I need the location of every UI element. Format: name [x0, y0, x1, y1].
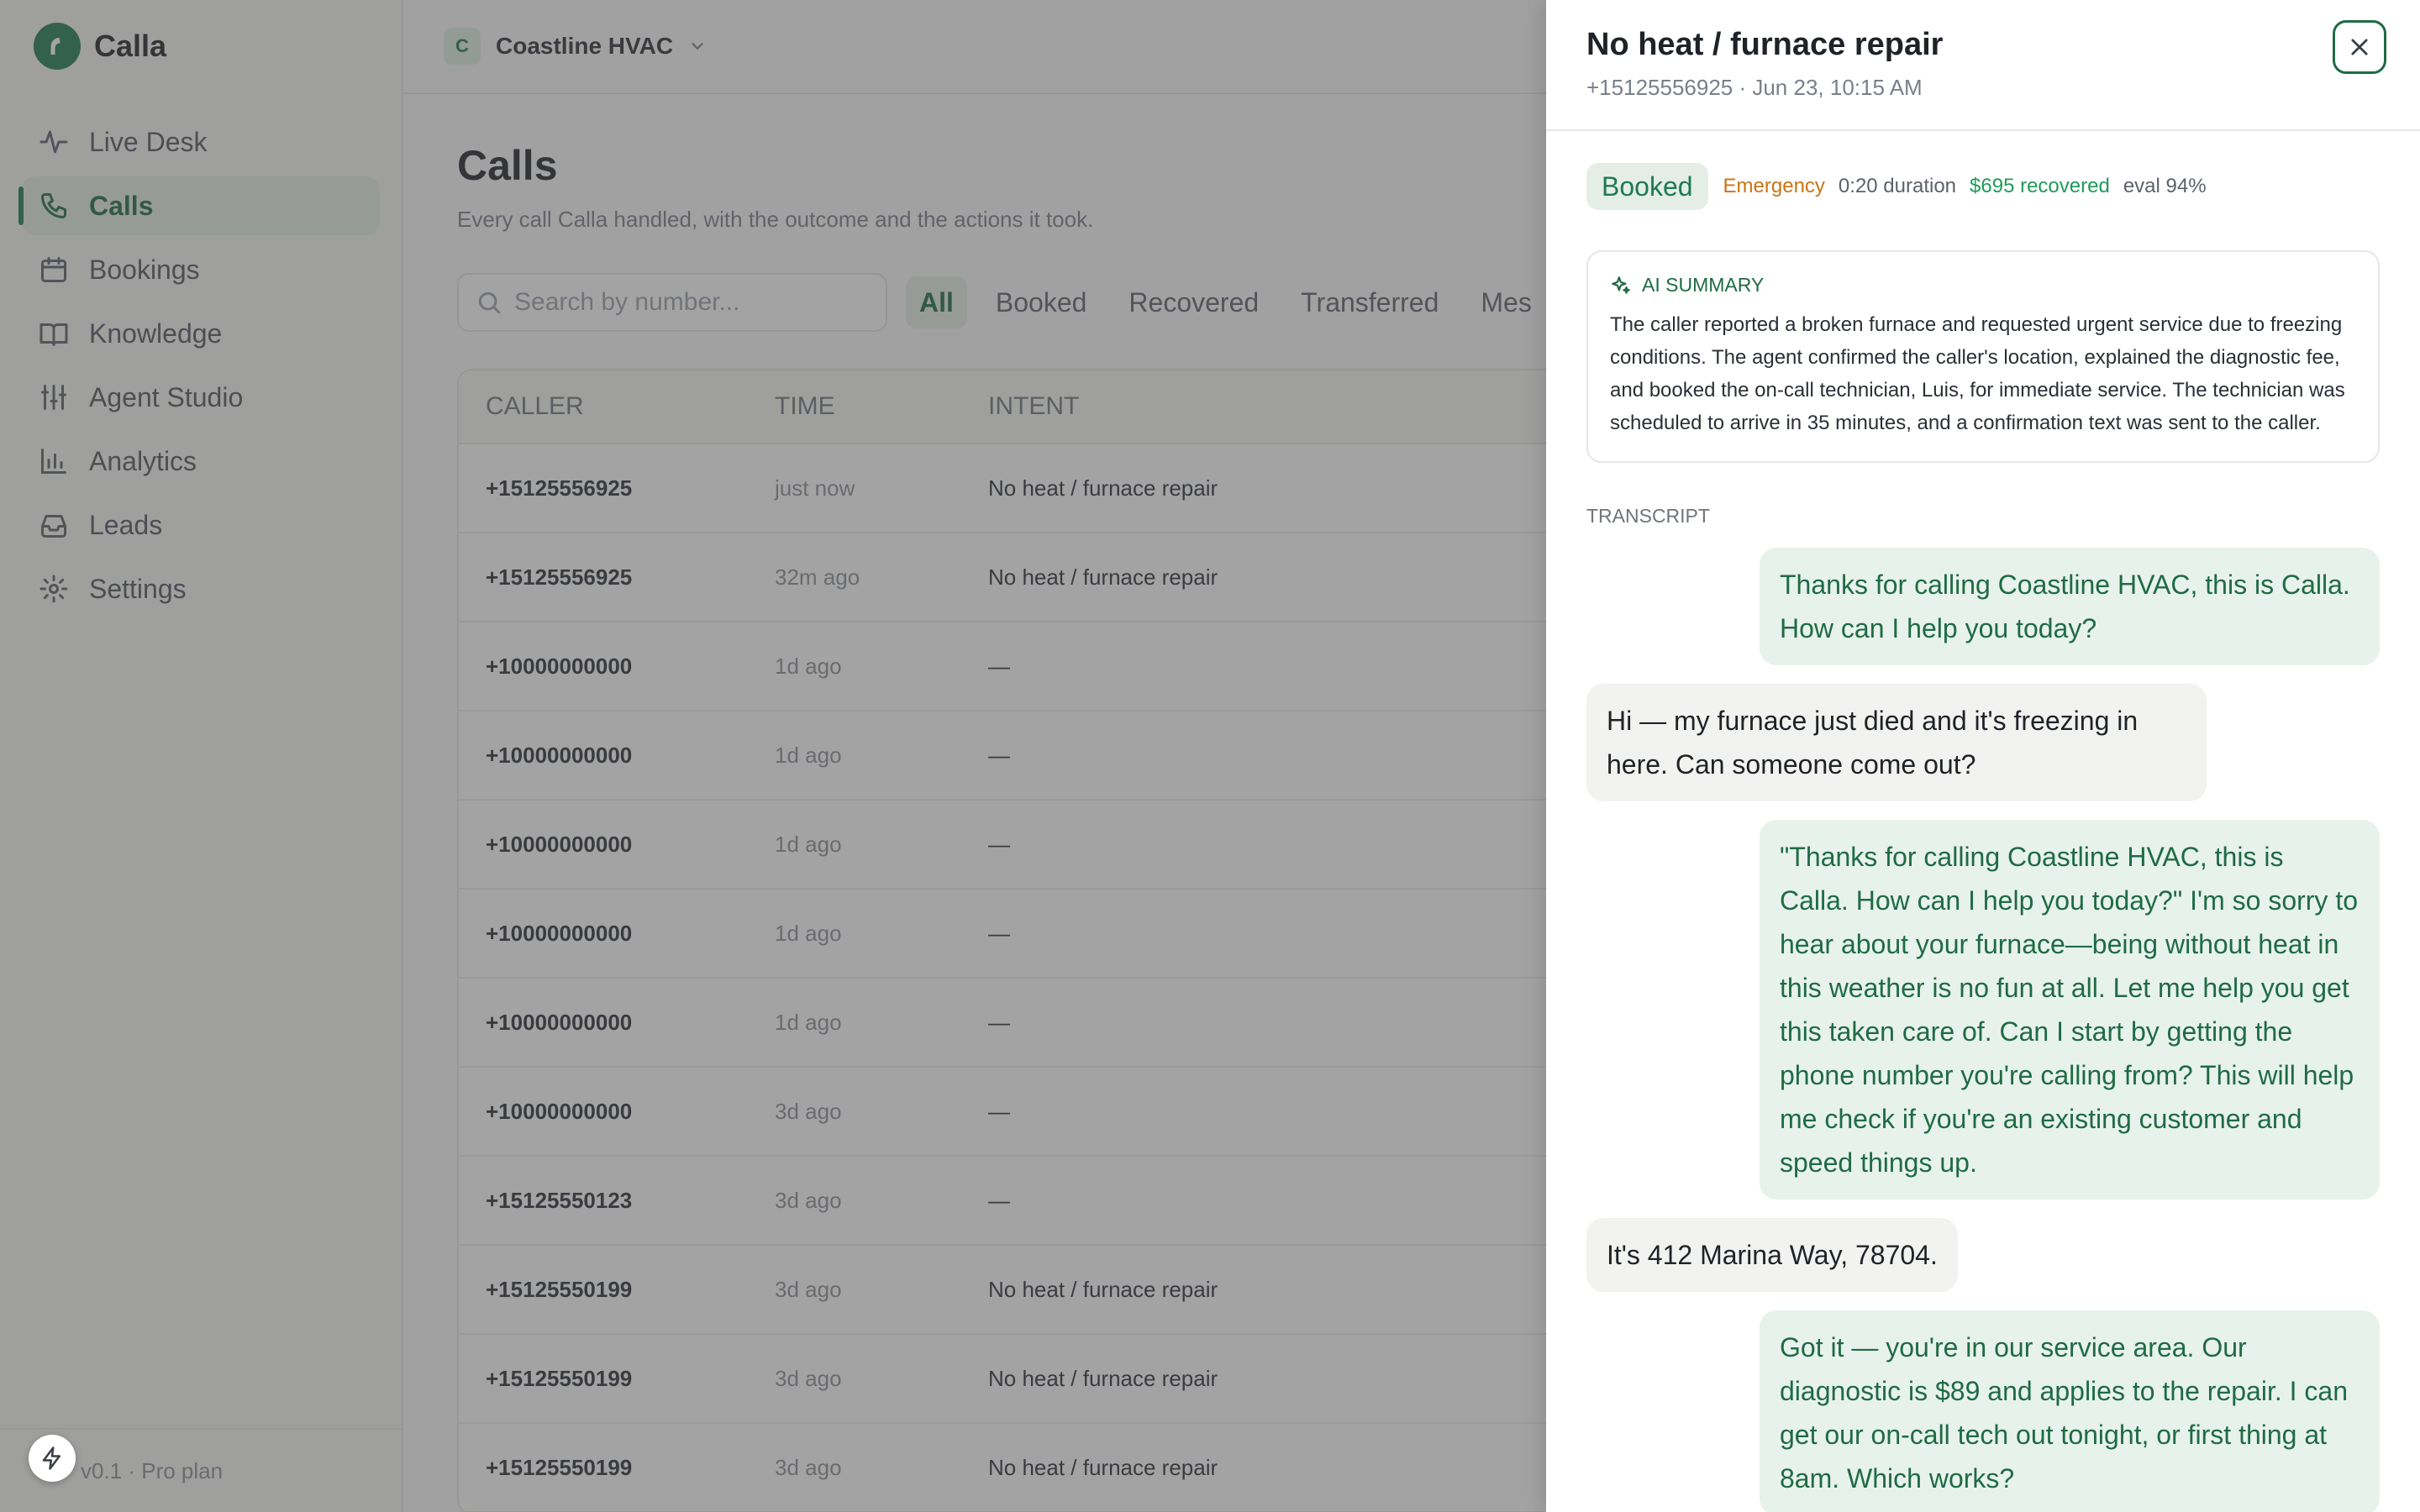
ai-summary-text: The caller reported a broken furnace and… [1610, 313, 2345, 434]
status-badge: Booked [1586, 163, 1708, 210]
transcript: Thanks for calling Coastline HVAC, this … [1546, 528, 2420, 1512]
recovered-amount: $695 recovered [1970, 175, 2110, 197]
close-button[interactable] [2333, 20, 2386, 74]
drawer-title: No heat / furnace repair [1586, 27, 1944, 62]
ai-summary-label: AI SUMMARY [1642, 274, 1765, 296]
lightning-icon [42, 1446, 60, 1470]
quick-actions-button[interactable] [29, 1435, 76, 1482]
drawer-subtitle: +15125556925 · Jun 23, 10:15 AM [1586, 75, 1923, 100]
agent-message: "Thanks for calling Coastline HVAC, this… [1760, 820, 2380, 1200]
modal-backdrop[interactable] [0, 0, 1546, 1512]
drawer-header: No heat / furnace repair +15125556925 · … [1546, 0, 2420, 131]
priority-tag: Emergency [1723, 175, 1825, 197]
agent-message: Thanks for calling Coastline HVAC, this … [1760, 548, 2380, 665]
call-meta: Booked Emergency 0:20 duration $695 reco… [1546, 131, 2420, 210]
ai-summary-header: AI SUMMARY [1610, 274, 2358, 297]
caller-message: Hi — my furnace just died and it's freez… [1586, 684, 2207, 801]
close-icon [2351, 39, 2368, 55]
transcript-label: TRANSCRIPT [1586, 505, 1710, 527]
agent-message: Got it — you're in our service area. Our… [1760, 1310, 2380, 1512]
call-detail-drawer: No heat / furnace repair +15125556925 · … [1546, 0, 2420, 1512]
ai-summary-card: AI SUMMARY The caller reported a broken … [1586, 250, 2380, 463]
eval-score: eval 94% [2123, 175, 2207, 197]
sparkle-icon [1612, 276, 1630, 294]
caller-message: It's 412 Marina Way, 78704. [1586, 1218, 1958, 1292]
call-duration: 0:20 duration [1838, 175, 1957, 197]
